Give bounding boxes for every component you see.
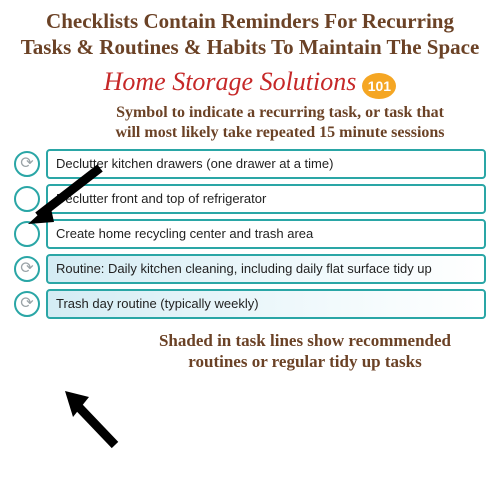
row-task-bar: Trash day routine (typically weekly) bbox=[46, 289, 486, 319]
row-task-text: Declutter front and top of refrigerator bbox=[56, 191, 266, 206]
callout-recurring-symbol: Symbol to indicate a recurring task, or … bbox=[0, 103, 500, 143]
brand-logo: Home Storage Solutions 101 bbox=[0, 65, 500, 103]
row-task-bar: Declutter front and top of refrigerator bbox=[46, 184, 486, 214]
brand-badge: 101 bbox=[362, 73, 396, 99]
row-task-bar: Declutter kitchen drawers (one drawer at… bbox=[46, 149, 486, 179]
row-task-bar: Routine: Daily kitchen cleaning, includi… bbox=[46, 254, 486, 284]
row-checkbox[interactable] bbox=[14, 221, 40, 247]
brand-name: Home Storage Solutions bbox=[104, 67, 357, 96]
row-task-bar: Create home recycling center and trash a… bbox=[46, 219, 486, 249]
checklist-row: ⟳ Trash day routine (typically weekly) bbox=[14, 289, 486, 319]
checklist-row: Declutter front and top of refrigerator bbox=[14, 184, 486, 214]
row-checkbox[interactable]: ⟳ bbox=[14, 151, 40, 177]
callout-shaded-rows: Shaded in task lines show recommended ro… bbox=[0, 324, 500, 373]
page-title: Checklists Contain Reminders For Recurri… bbox=[0, 0, 500, 65]
checklist-row: ⟳ Declutter kitchen drawers (one drawer … bbox=[14, 149, 486, 179]
recurring-icon: ⟳ bbox=[20, 296, 33, 312]
row-task-text: Routine: Daily kitchen cleaning, includi… bbox=[56, 261, 432, 276]
recurring-icon: ⟳ bbox=[20, 261, 33, 277]
row-checkbox[interactable] bbox=[14, 186, 40, 212]
checklist-row: Create home recycling center and trash a… bbox=[14, 219, 486, 249]
checklist: ⟳ Declutter kitchen drawers (one drawer … bbox=[0, 149, 500, 319]
row-checkbox[interactable]: ⟳ bbox=[14, 291, 40, 317]
row-task-text: Create home recycling center and trash a… bbox=[56, 226, 313, 241]
arrow-to-shaded bbox=[55, 385, 135, 455]
recurring-icon: ⟳ bbox=[20, 156, 33, 172]
row-task-text: Declutter kitchen drawers (one drawer at… bbox=[56, 156, 333, 171]
row-task-text: Trash day routine (typically weekly) bbox=[56, 296, 259, 311]
checklist-row: ⟳ Routine: Daily kitchen cleaning, inclu… bbox=[14, 254, 486, 284]
row-checkbox[interactable]: ⟳ bbox=[14, 256, 40, 282]
